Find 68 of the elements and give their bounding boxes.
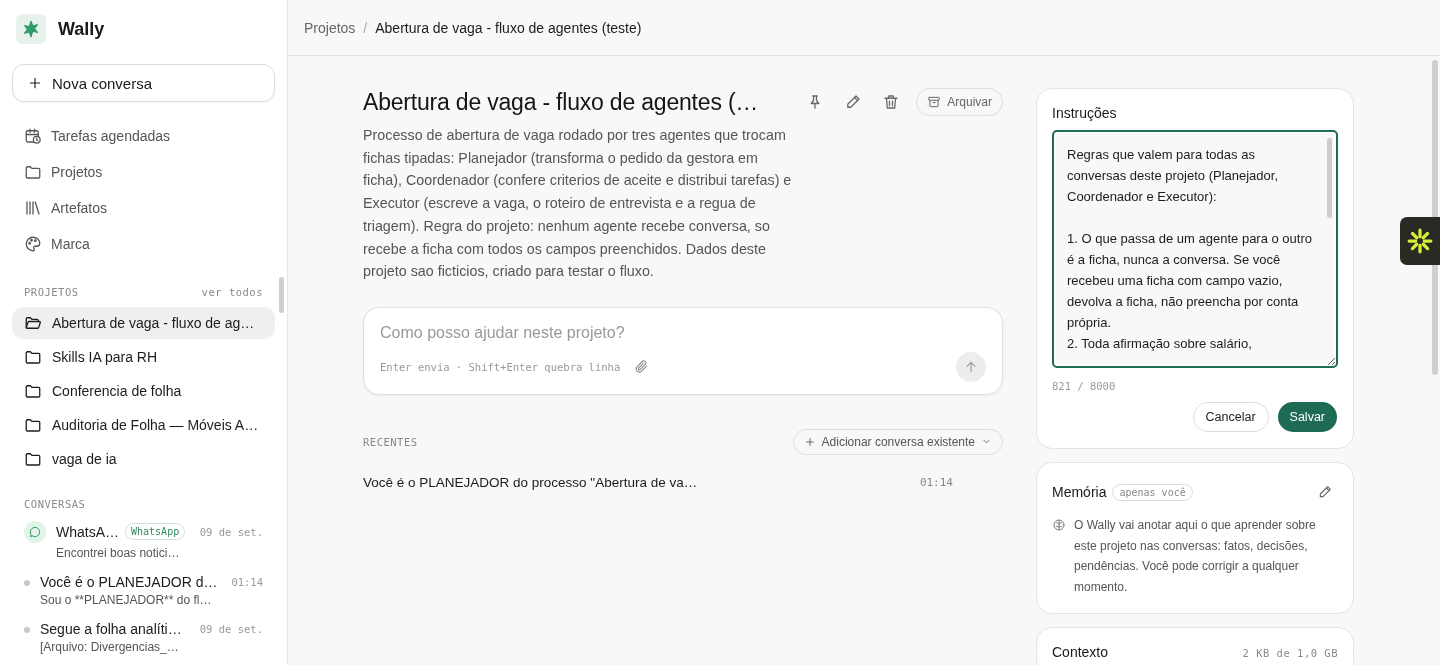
project-item[interactable]: Skills IA para RH <box>12 341 275 373</box>
storage-usage: 2 KB de 1,0 GB <box>1242 647 1338 659</box>
cancel-button[interactable]: Cancelar <box>1192 402 1269 432</box>
conversation-preview: Encontrei boas notici… <box>56 546 181 560</box>
palette-icon <box>24 235 42 253</box>
save-button[interactable]: Salvar <box>1277 402 1337 432</box>
conversation-preview: Sou o **PLANEJADOR** do fl… <box>40 593 213 607</box>
open-folder-icon <box>24 314 42 332</box>
nav-item[interactable]: Marca <box>0 226 287 262</box>
card-title: Instruções <box>1052 105 1118 121</box>
brain-icon <box>1052 518 1066 532</box>
keyboard-hint: Enter envia · Shift+Enter quebra linha <box>380 360 621 373</box>
delete-icon <box>882 93 901 111</box>
folder-icon <box>24 163 42 181</box>
project-item[interactable]: Conferencia de folha <box>12 375 275 407</box>
plus-icon <box>27 75 43 91</box>
conversation-preview: [Arquivo: Divergencias_… <box>40 640 180 654</box>
conversation-time: 09 de set. <box>199 623 263 635</box>
status-dot <box>24 580 30 586</box>
attach-icon[interactable] <box>634 359 650 375</box>
card-title: Memória <box>1052 484 1107 500</box>
library-icon <box>24 199 42 217</box>
nav-item[interactable]: Projetos <box>0 154 287 190</box>
folder-icon <box>24 450 42 468</box>
section-heading: RECENTES <box>363 435 418 448</box>
project-item[interactable]: Abertura de vaga - fluxo de ag… <box>12 307 275 339</box>
instructions-field[interactable]: Regras que valem para todas as conversas deste projeto (Planejador, Coordenador e Executor): 1. O que passa de um agente para o outro é a ficha, nunca a conversa. Se você recebeu uma ficha com campo vazio, devolva a ficha, não preencha por conta própria. 2. Toda afirmação sobre salário, <box>1052 130 1338 368</box>
folder-icon <box>24 348 42 366</box>
app-name: Wally <box>58 18 105 40</box>
conversation-time: 01:14 <box>231 576 263 588</box>
conversation-title: Segue a folha analíti… <box>40 621 182 637</box>
message-field[interactable]: Como posso ajudar neste projeto? <box>380 323 986 342</box>
section-heading: PROJETOS <box>24 286 79 298</box>
folder-icon <box>24 416 42 434</box>
project-item[interactable]: Auditoria de Folha — Móveis A… <box>12 409 275 441</box>
conversation-title: Você é o PLANEJADOR d… <box>40 574 218 590</box>
conversation-item[interactable]: Você é o PLANEJADOR d… 01:14 Sou o **PLANEJADOR** do fl… <box>0 568 287 615</box>
breadcrumb-link[interactable]: Projetos <box>304 19 356 36</box>
breadcrumb-separator: / <box>363 19 368 36</box>
character-counter: 821 / 8000 <box>1052 380 1117 392</box>
nav-item[interactable]: Tarefas agendadas <box>0 118 287 154</box>
conversation-item[interactable]: WhatsA… WhatsApp 09 de set. Encontrei boas notici… <box>0 514 287 568</box>
chat-bubble-icon <box>24 521 46 543</box>
recent-conversation-link[interactable]: Você é o PLANEJADOR do processo "Abertura de va… <box>363 474 698 490</box>
assistant-launcher-button[interactable] <box>1400 217 1440 265</box>
status-dot <box>24 627 30 633</box>
calendar-clock-icon <box>24 127 42 145</box>
plus-icon <box>803 435 816 448</box>
breadcrumb-current: Abertura de vaga - fluxo de agentes (teste) <box>375 19 642 36</box>
project-title: Abertura de vaga - fluxo de agentes (… <box>363 88 760 116</box>
project-item[interactable]: vaga de ia <box>12 443 275 475</box>
nav-item[interactable]: Artefatos <box>0 190 287 226</box>
memory-description: O Wally vai anotar aqui o que aprender sobre este projeto nas conversas: fatos, decisões, pendências. Você pode corrigir a qualquer momento. <box>1074 517 1317 596</box>
recent-time: 01:14 <box>919 475 953 489</box>
project-description: Processo de abertura de vaga rodado por tres agentes que trocam fichas tipadas: Planejador (transforma o pedido da gestora em ficha), Coordenador (confere criterios de aceite e distribui tarefas) e Executor (escreve a vaga, o roteiro de entrevista e a regua de triagem). Regra do projeto: nenhum agente recebe conversa, so recebe a ficha com todos os campos preenchidos. Dados deste projeto sao ficticios, criado para testar o fluxo. <box>363 126 793 282</box>
section-heading: CONVERSAS <box>24 498 86 510</box>
new-conversation-button[interactable]: Nova conversa <box>12 64 275 102</box>
folder-icon <box>24 382 42 400</box>
archive-button[interactable]: Arquivar <box>916 88 1003 116</box>
see-all-link[interactable]: ver todos <box>201 286 263 298</box>
add-conversation-button[interactable]: Adicionar conversa existente <box>792 428 1003 455</box>
conversation-item[interactable]: Segue a folha analíti… 09 de set. [Arquivo: Divergencias_… <box>0 615 287 662</box>
conversation-time: 09 de set. <box>199 525 263 538</box>
card-title: Contexto <box>1052 644 1109 660</box>
sparkle-icon <box>1407 228 1433 254</box>
edit-icon <box>1317 484 1333 500</box>
archive-icon <box>927 95 942 109</box>
conversation-title: WhatsA… <box>56 523 119 540</box>
